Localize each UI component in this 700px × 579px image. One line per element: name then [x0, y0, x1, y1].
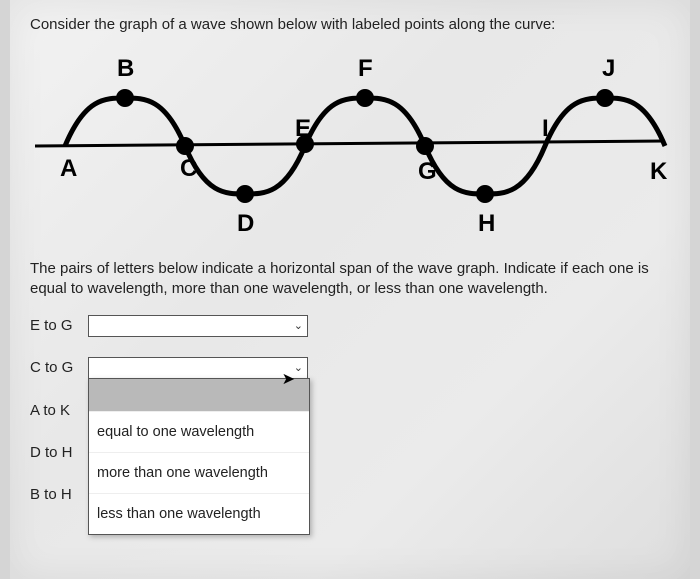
row-label: A to K — [30, 402, 88, 419]
label-B: B — [117, 55, 134, 82]
label-E: E — [295, 115, 311, 142]
row-label: B to H — [30, 486, 88, 503]
row-label: D to H — [30, 444, 88, 461]
chevron-down-icon: ⌄ — [294, 361, 303, 374]
row-label: E to G — [30, 317, 88, 334]
wave-figure: A B C D E F G H I J K — [30, 41, 670, 241]
dropdown-option-less[interactable]: less than one wavelength — [89, 493, 309, 534]
label-D: D — [237, 210, 254, 237]
row-e-to-g: E to G ⌄ — [30, 314, 670, 338]
select-e-to-g[interactable]: ⌄ — [88, 315, 308, 337]
label-C: C — [180, 155, 197, 182]
label-H: H — [478, 210, 495, 237]
label-J: J — [602, 55, 615, 82]
label-A: A — [60, 155, 77, 182]
row-c-to-g: C to G ⌄ ➤ equal to one wavelength more … — [30, 356, 670, 380]
answer-list: E to G ⌄ C to G ⌄ ➤ equal to one wavelen… — [30, 314, 670, 380]
label-I: I — [542, 115, 549, 142]
label-K: K — [650, 158, 668, 185]
wave-points — [116, 89, 614, 203]
question-prompt: Consider the graph of a wave shown below… — [30, 16, 670, 33]
row-label: C to G — [30, 359, 88, 376]
dropdown-option-more[interactable]: more than one wavelength — [89, 452, 309, 493]
question-page: Consider the graph of a wave shown below… — [10, 0, 690, 579]
label-G: G — [418, 158, 437, 185]
dropdown-menu: ➤ equal to one wavelength more than one … — [88, 378, 310, 535]
dropdown-option-blank[interactable]: ➤ — [89, 379, 309, 411]
select-c-to-g[interactable]: ⌄ — [88, 357, 308, 379]
label-F: F — [358, 55, 373, 82]
chevron-down-icon: ⌄ — [294, 319, 303, 332]
instruction-text: The pairs of letters below indicate a ho… — [30, 259, 670, 300]
wave-axis — [35, 141, 665, 146]
dropdown-option-equal[interactable]: equal to one wavelength — [89, 411, 309, 452]
